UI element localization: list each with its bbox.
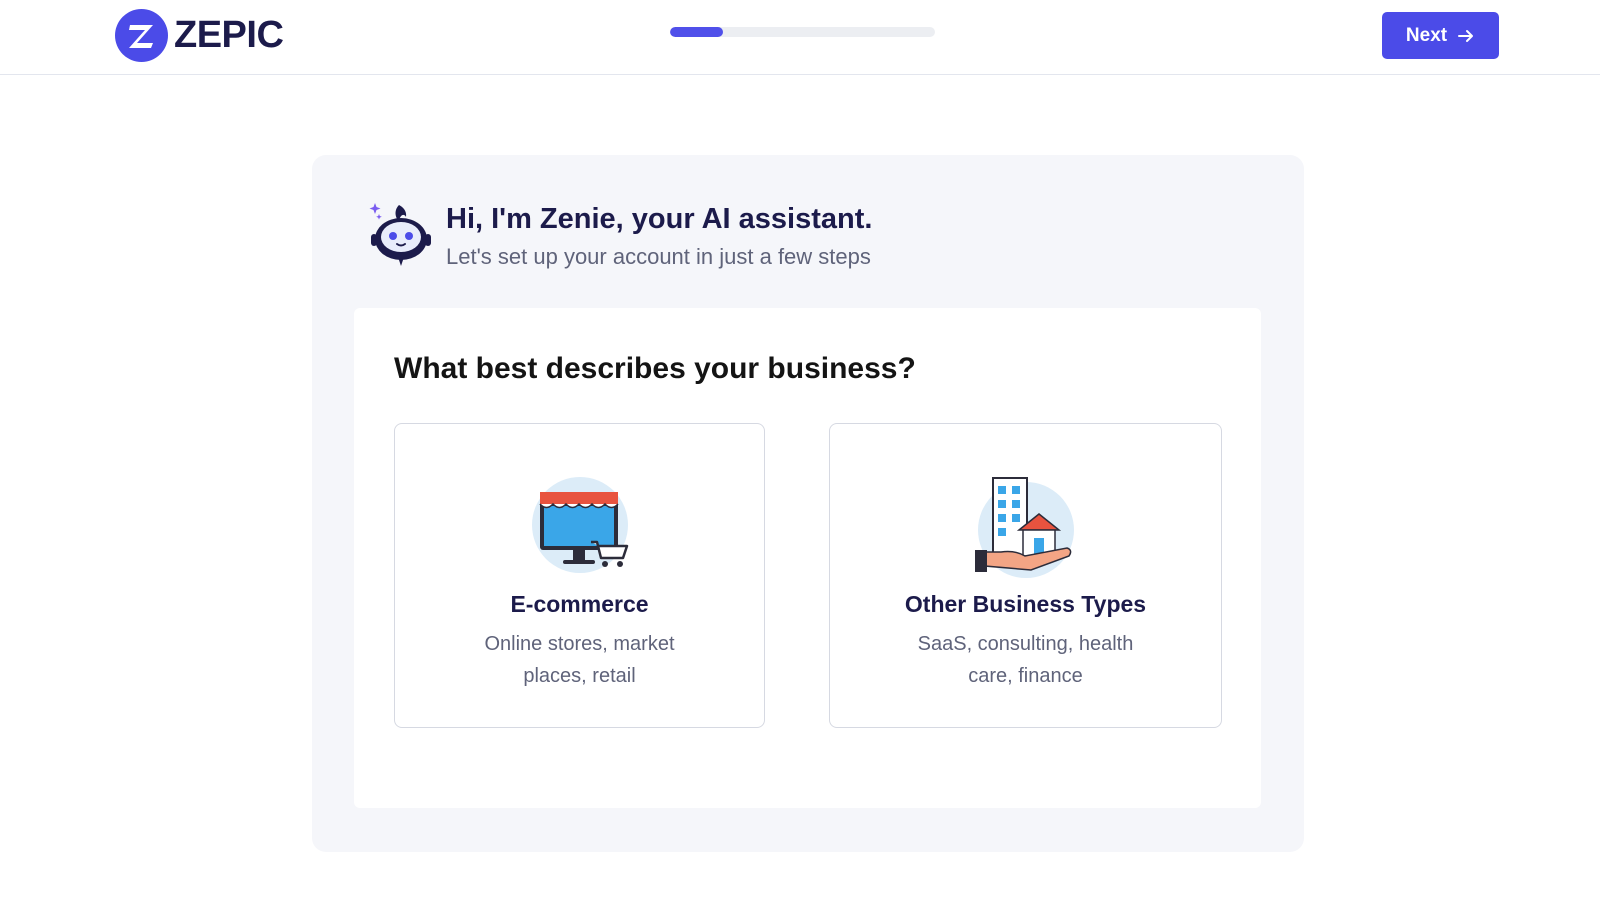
option-ecommerce[interactable]: E-commerce Online stores, market places,… <box>394 423 765 728</box>
next-button[interactable]: Next <box>1382 12 1499 59</box>
option-title: Other Business Types <box>904 591 1147 617</box>
brand-name: ZEPIC <box>174 14 284 56</box>
option-title: E-commerce <box>510 591 649 617</box>
option-description: Online stores, market places, retail <box>484 633 675 687</box>
option-description: SaaS, consulting, health care, finance <box>917 633 1134 687</box>
zepic-logo[interactable]: ZEPIC <box>115 9 284 62</box>
setup-progress-bar <box>670 27 935 37</box>
option-other-business[interactable]: Other Business Types SaaS, consulting, h… <box>829 423 1222 728</box>
next-button-label: Next <box>1405 24 1448 46</box>
storefront-cart-icon <box>531 477 628 573</box>
business-type-panel: What best describes your business? E-com… <box>354 308 1261 808</box>
top-bar: ZEPIC Next <box>0 0 1600 75</box>
setup-progress-fill <box>670 27 723 37</box>
onboarding-card: Hi, I'm Zenie, your AI assistant. Let's … <box>312 155 1304 852</box>
zepic-logo-icon <box>115 9 168 62</box>
buildings-hand-icon <box>974 477 1074 578</box>
assistant-title: Hi, I'm Zenie, your AI assistant. <box>446 203 873 235</box>
business-type-question: What best describes your business? <box>394 352 916 385</box>
zenie-bot-icon <box>369 203 431 266</box>
assistant-subtitle: Let's set up your account in just a few … <box>446 244 871 269</box>
assistant-intro: Hi, I'm Zenie, your AI assistant. Let's … <box>366 199 872 270</box>
arrow-right-icon <box>1458 29 1474 42</box>
